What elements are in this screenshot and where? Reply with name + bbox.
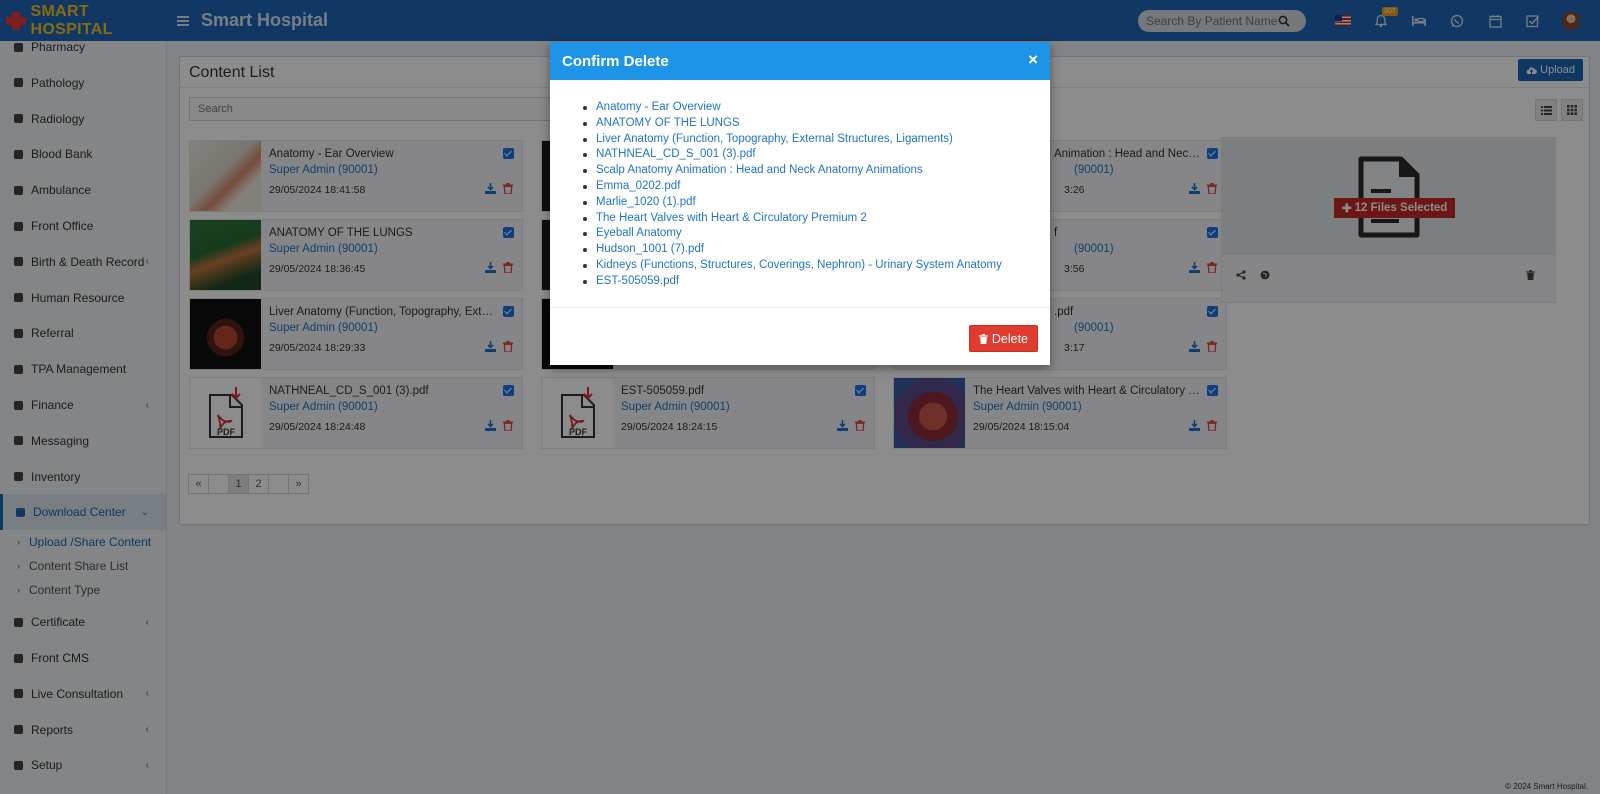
delete-list-item[interactable]: Hudson_1001 (7).pdf xyxy=(583,242,1050,258)
delete-list-item[interactable]: Emma_0202.pdf xyxy=(583,179,1050,195)
delete-list-item[interactable]: The Heart Valves with Heart & Circulator… xyxy=(583,211,1050,227)
modal-body: Anatomy - Ear Overview ANATOMY OF THE LUN… xyxy=(550,80,1050,308)
delete-list-item[interactable]: EST-505059.pdf xyxy=(583,274,1050,290)
delete-list-item[interactable]: Marlie_1020 (1).pdf xyxy=(583,195,1050,211)
modal-header: Confirm Delete xyxy=(550,42,1050,80)
delete-list-item[interactable]: ANATOMY OF THE LUNGS xyxy=(583,116,1050,132)
delete-list-item[interactable]: Anatomy - Ear Overview xyxy=(583,100,1050,116)
delete-label: Delete xyxy=(991,331,1028,346)
close-icon[interactable]: × xyxy=(1028,51,1038,69)
delete-list-item[interactable]: Liver Anatomy (Function, Topography, Ext… xyxy=(583,132,1050,148)
trash-icon xyxy=(978,333,988,344)
delete-button[interactable]: Delete xyxy=(968,325,1038,352)
delete-list-item[interactable]: Kidneys (Functions, Structures, Covering… xyxy=(583,258,1050,274)
modal-title: Confirm Delete xyxy=(562,52,669,70)
delete-list-item[interactable]: NATHNEAL_CD_S_001 (3).pdf xyxy=(583,147,1050,163)
delete-file-list: Anatomy - Ear Overview ANATOMY OF THE LUN… xyxy=(583,100,1050,290)
delete-list-item[interactable]: Eyeball Anatomy xyxy=(583,226,1050,242)
delete-list-item[interactable]: Scalp Anatomy Animation : Head and Neck … xyxy=(583,163,1050,179)
confirm-delete-modal: Confirm Delete × Anatomy - Ear Overview A… xyxy=(550,42,1050,365)
